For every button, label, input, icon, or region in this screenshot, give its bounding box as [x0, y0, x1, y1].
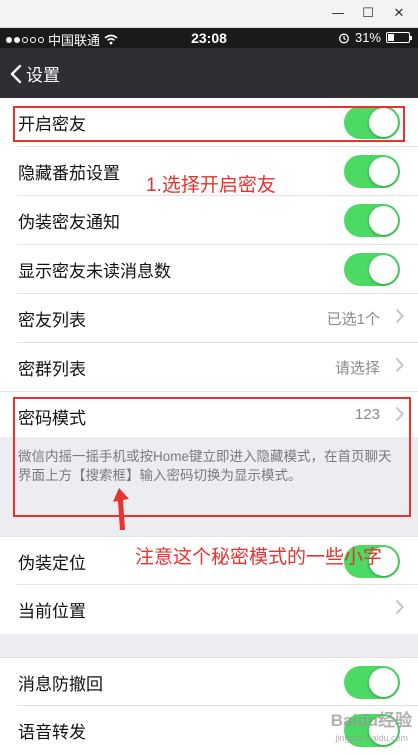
- setting-value: 请选择: [334, 360, 380, 377]
- alarm-icon: [339, 33, 349, 43]
- chevron-left-icon: [10, 64, 22, 83]
- setting-fake-notify: 伪装密友通知: [0, 196, 418, 245]
- fake-notify-toggle[interactable]: [344, 204, 400, 237]
- setting-label: 当前位置: [18, 602, 86, 621]
- minimize-button[interactable]: —: [328, 4, 348, 24]
- annotation-arrow-icon: [113, 488, 129, 530]
- show-unread-toggle[interactable]: [344, 253, 400, 286]
- setting-current-location[interactable]: 当前位置: [0, 585, 418, 634]
- battery-percent: 31%: [354, 30, 381, 45]
- setting-anti-recall: 消息防撤回: [0, 657, 418, 706]
- setting-show-unread: 显示密友未读消息数: [0, 245, 418, 294]
- window-chrome: — ☐ ✕: [0, 0, 418, 28]
- setting-label: 消息防撤回: [18, 675, 103, 694]
- setting-value: 已选1个: [326, 311, 380, 328]
- setting-label: 隐藏番茄设置: [18, 164, 120, 183]
- back-button[interactable]: 设置: [10, 61, 60, 86]
- setting-label: 密友列表: [18, 311, 86, 330]
- chevron-right-icon: [395, 308, 404, 324]
- maximize-button[interactable]: ☐: [358, 4, 378, 24]
- status-bar: 中国联通 23:08 31%: [0, 28, 418, 48]
- watermark-url: jingyan.baidu.com: [335, 733, 408, 743]
- chevron-right-icon: [395, 357, 404, 373]
- close-button[interactable]: ✕: [389, 4, 409, 24]
- hide-tomato-toggle[interactable]: [344, 155, 400, 188]
- annotation-box-enable: [13, 106, 405, 142]
- anti-recall-toggle[interactable]: [344, 666, 400, 699]
- annotation-note: 注意这个秘密模式的一些小字: [135, 547, 383, 568]
- nav-bar: 设置: [0, 48, 418, 98]
- watermark-logo: Baidu经验: [330, 711, 412, 730]
- chevron-right-icon: [395, 599, 404, 615]
- back-label: 设置: [26, 66, 60, 85]
- battery-icon: [386, 32, 412, 43]
- setting-label: 显示密友未读消息数: [18, 262, 171, 281]
- setting-label: 伪装定位: [18, 554, 86, 573]
- setting-friend-list[interactable]: 密友列表 已选1个: [0, 294, 418, 343]
- setting-label: 密群列表: [18, 360, 86, 379]
- setting-group-list[interactable]: 密群列表 请选择: [0, 343, 418, 392]
- annotation-step1: 1.选择开启密友: [146, 175, 276, 196]
- annotation-box-password: [13, 397, 411, 517]
- setting-label: 语音转发: [18, 723, 86, 742]
- setting-label: 伪装密友通知: [18, 213, 120, 232]
